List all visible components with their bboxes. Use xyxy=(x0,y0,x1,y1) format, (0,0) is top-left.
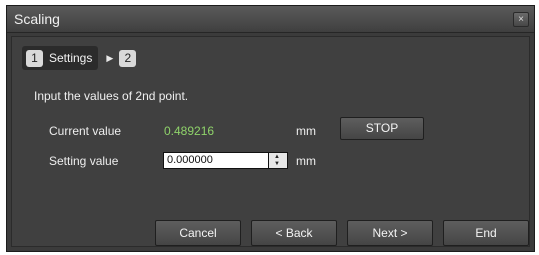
current-value-unit: mm xyxy=(296,124,316,138)
step-1-number: 1 xyxy=(26,49,43,67)
setting-value-spinner[interactable]: ▲ ▼ xyxy=(268,152,288,169)
current-value-readout: 0.489216 xyxy=(164,124,215,138)
dialog-content: 1 Settings ▶ 2 Input the values of 2nd p… xyxy=(11,36,530,247)
step-2-number[interactable]: 2 xyxy=(119,49,137,67)
end-button[interactable]: End xyxy=(443,220,529,246)
chevron-right-icon: ▶ xyxy=(106,52,114,63)
instruction-text: Input the values of 2nd point. xyxy=(34,89,189,103)
spin-up-icon[interactable]: ▲ xyxy=(274,154,280,160)
next-button[interactable]: Next > xyxy=(347,220,433,246)
window-title: Scaling xyxy=(14,11,60,27)
current-value-label: Current value xyxy=(49,124,122,138)
cancel-button[interactable]: Cancel xyxy=(155,220,241,246)
setting-value-input[interactable]: 0.000000 xyxy=(163,152,268,169)
step-1-label: Settings xyxy=(49,51,93,65)
stop-button[interactable]: STOP xyxy=(340,117,424,140)
title-bar: Scaling × xyxy=(7,6,534,33)
close-icon: × xyxy=(518,14,524,25)
scaling-dialog: Scaling × 1 Settings ▶ 2 Input the value… xyxy=(6,5,535,252)
close-button[interactable]: × xyxy=(513,12,529,27)
spin-down-icon[interactable]: ▼ xyxy=(274,161,280,167)
step-breadcrumb: 1 Settings ▶ 2 xyxy=(22,46,137,70)
back-button[interactable]: < Back xyxy=(251,220,337,246)
setting-value-label: Setting value xyxy=(49,154,119,168)
setting-value-unit: mm xyxy=(296,154,316,168)
step-1-tab[interactable]: 1 Settings xyxy=(22,46,99,70)
